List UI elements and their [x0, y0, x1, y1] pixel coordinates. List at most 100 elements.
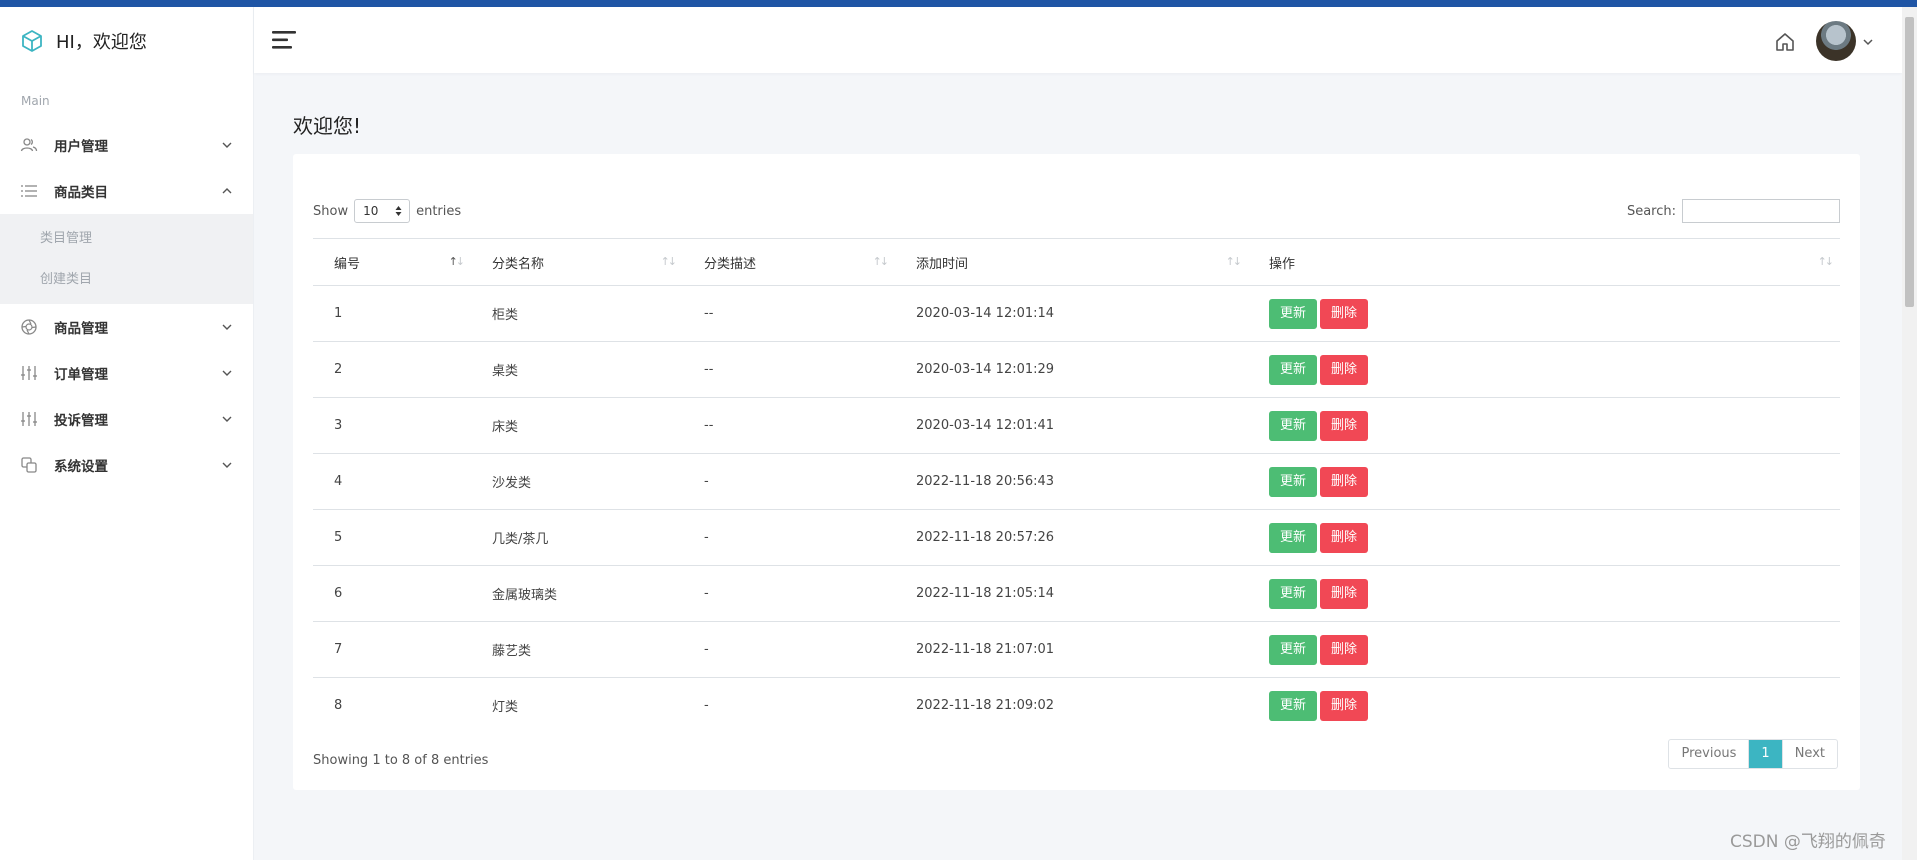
page-1-button[interactable]: 1	[1749, 740, 1782, 768]
sidebar-item-label: 商品类目	[54, 185, 108, 201]
cell-time: 2022-11-18 21:07:01	[916, 642, 1055, 657]
cell-id: 3	[334, 418, 343, 433]
show-label: Show	[313, 203, 349, 219]
cell-desc: -	[704, 530, 709, 545]
column-header-name[interactable]: 分类名称 ↑↓	[471, 238, 683, 286]
delete-button[interactable]: 删除	[1320, 634, 1369, 665]
page-scrollbar[interactable]	[1902, 7, 1917, 860]
cell-desc: --	[704, 418, 714, 433]
cell-id: 5	[334, 530, 343, 545]
sidebar-subitem-create-category[interactable]: 创建类目	[0, 259, 253, 300]
cell-id: 1	[334, 306, 343, 321]
sort-icon: ↑↓	[448, 255, 466, 268]
update-button[interactable]: 更新	[1269, 578, 1318, 609]
update-button[interactable]: 更新	[1269, 354, 1318, 385]
sort-icon: ↑↓	[660, 255, 678, 268]
cell-time: 2022-11-18 21:05:14	[916, 586, 1055, 601]
column-header-time[interactable]: 添加时间 ↑↓	[895, 238, 1248, 286]
update-button[interactable]: 更新	[1269, 298, 1318, 329]
sidebar-item-label: 订单管理	[54, 367, 108, 383]
sidebar-item-label: 商品管理	[54, 321, 108, 337]
table-body: 1 柜类 -- 2020-03-14 12:01:14 更新 删除 2 桌类 --…	[313, 285, 1840, 734]
table-row: 8 灯类 - 2022-11-18 21:09:02 更新 删除	[313, 678, 1840, 734]
avatar[interactable]	[1816, 21, 1856, 61]
delete-button[interactable]: 删除	[1320, 466, 1369, 497]
cell-time: 2022-11-18 20:57:26	[916, 530, 1055, 545]
top-header	[254, 7, 1902, 73]
chevron-down-icon[interactable]	[1862, 37, 1874, 47]
table-row: 5 几类/茶几 - 2022-11-18 20:57:26 更新 删除	[313, 509, 1840, 566]
entries-label: entries	[416, 203, 462, 219]
sidebar-item-label: 系统设置	[54, 459, 108, 475]
cell-time: 2020-03-14 12:01:41	[916, 418, 1055, 433]
delete-button[interactable]: 删除	[1320, 354, 1369, 385]
sidebar-item-product-category[interactable]: 商品类目	[0, 168, 253, 214]
content-card: Show 10 entries Search: 编号 ↑↓ 分类名称 ↑↓ 分类描述…	[293, 154, 1860, 790]
cell-time: 2022-11-18 21:09:02	[916, 698, 1055, 713]
table-header-row: 编号 ↑↓ 分类名称 ↑↓ 分类描述 ↑↓ 添加时间 ↑↓ 操作 ↑↓	[313, 238, 1840, 286]
sidebar-item-label: 用户管理	[54, 139, 108, 155]
top-accent-bar	[0, 0, 1917, 7]
entries-length-control: Show 10 entries	[313, 199, 461, 223]
list-icon	[20, 182, 38, 200]
cell-time: 2022-11-18 20:56:43	[916, 474, 1055, 489]
cell-id: 7	[334, 642, 343, 657]
sidebar-submenu: 类目管理 创建类目	[0, 214, 253, 304]
sliders-icon	[20, 410, 38, 428]
cell-id: 6	[334, 586, 343, 601]
sidebar-item-complaint-management[interactable]: 投诉管理	[0, 396, 253, 442]
sidebar-item-product-management[interactable]: 商品管理	[0, 304, 253, 350]
sort-arrows-icon	[395, 206, 402, 216]
chevron-down-icon	[222, 370, 232, 376]
sidebar-item-user-management[interactable]: 用户管理	[0, 122, 253, 168]
update-button[interactable]: 更新	[1269, 410, 1318, 441]
delete-button[interactable]: 删除	[1320, 578, 1369, 609]
chevron-down-icon	[222, 324, 232, 330]
column-header-actions[interactable]: 操作 ↑↓	[1248, 238, 1840, 286]
cell-time: 2020-03-14 12:01:14	[916, 306, 1055, 321]
delete-button[interactable]: 删除	[1320, 298, 1369, 329]
table-row: 1 柜类 -- 2020-03-14 12:01:14 更新 删除	[313, 285, 1840, 342]
next-page-button[interactable]: Next	[1781, 740, 1837, 768]
table-row: 2 桌类 -- 2020-03-14 12:01:29 更新 删除	[313, 341, 1840, 398]
cell-name: 藤艺类	[492, 644, 532, 659]
chevron-down-icon	[222, 416, 232, 422]
delete-button[interactable]: 删除	[1320, 690, 1369, 721]
delete-button[interactable]: 删除	[1320, 522, 1369, 553]
sidebar-item-system-settings[interactable]: 系统设置	[0, 442, 253, 488]
cell-name: 金属玻璃类	[492, 588, 558, 603]
sidebar-item-label: 投诉管理	[54, 413, 108, 429]
update-button[interactable]: 更新	[1269, 690, 1318, 721]
delete-button[interactable]: 删除	[1320, 410, 1369, 441]
update-button[interactable]: 更新	[1269, 522, 1318, 553]
sidebar-section-label: Main	[21, 94, 50, 108]
aperture-icon	[20, 318, 38, 336]
cube-logo-icon	[22, 30, 42, 52]
cell-desc: --	[704, 306, 714, 321]
table-row: 6 金属玻璃类 - 2022-11-18 21:05:14 更新 删除	[313, 565, 1840, 622]
cell-name: 沙发类	[492, 476, 532, 491]
update-button[interactable]: 更新	[1269, 466, 1318, 497]
entries-select[interactable]: 10	[354, 199, 411, 223]
previous-page-button[interactable]: Previous	[1669, 740, 1750, 768]
search-input[interactable]	[1682, 199, 1840, 223]
cell-time: 2020-03-14 12:01:29	[916, 362, 1055, 377]
column-header-id[interactable]: 编号 ↑↓	[313, 238, 471, 286]
sliders-icon	[20, 364, 38, 382]
home-icon[interactable]	[1774, 31, 1796, 53]
cell-desc: -	[704, 698, 709, 713]
sort-icon: ↑↓	[872, 255, 890, 268]
column-header-desc[interactable]: 分类描述 ↑↓	[683, 238, 895, 286]
sidebar-item-order-management[interactable]: 订单管理	[0, 350, 253, 396]
table-search: Search:	[1627, 199, 1840, 223]
scrollbar-thumb[interactable]	[1905, 17, 1914, 307]
cell-desc: --	[704, 362, 714, 377]
sort-icon: ↑↓	[1225, 255, 1243, 268]
watermark: CSDN @飞翔的佩奇	[1730, 832, 1886, 852]
sidebar-subitem-category-management[interactable]: 类目管理	[0, 218, 253, 259]
entries-select-value: 10	[363, 204, 379, 218]
cell-desc: -	[704, 642, 709, 657]
update-button[interactable]: 更新	[1269, 634, 1318, 665]
table-info: Showing 1 to 8 of 8 entries	[313, 753, 489, 768]
hamburger-icon[interactable]	[272, 29, 298, 51]
